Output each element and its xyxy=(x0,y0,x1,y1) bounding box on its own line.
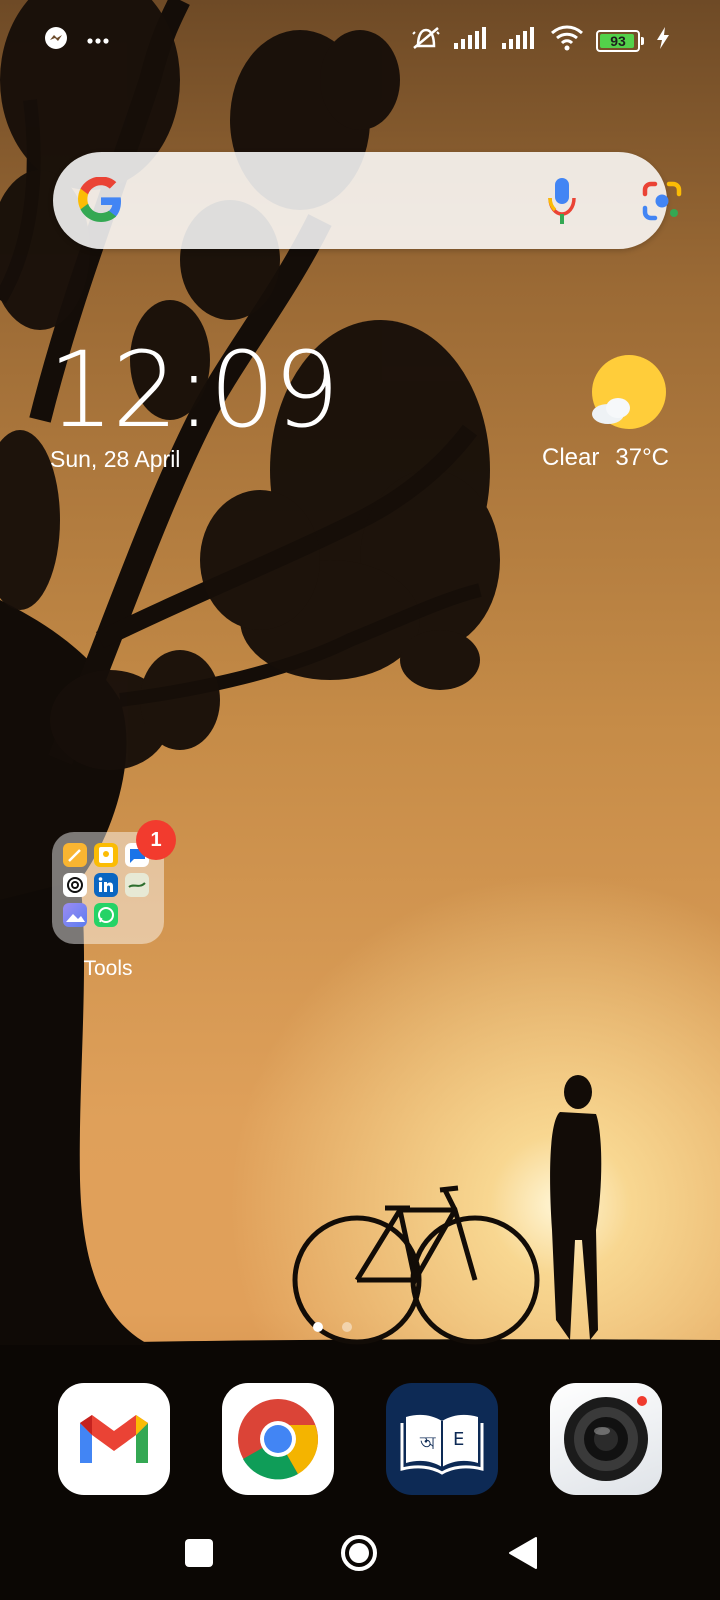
camera-app[interactable] xyxy=(550,1383,662,1495)
page-dot-active[interactable] xyxy=(313,1322,323,1332)
microphone-icon[interactable] xyxy=(548,176,576,226)
clock-time[interactable]: 12:09 xyxy=(48,338,340,442)
folder-label[interactable]: Tools xyxy=(52,957,164,981)
messenger-icon xyxy=(44,26,68,55)
dictionary-letter-bangla: অ xyxy=(420,1433,436,1454)
weather-info[interactable]: Clear 37°C xyxy=(542,444,669,472)
page-dot[interactable] xyxy=(342,1322,352,1332)
weather-temperature: 37°C xyxy=(615,444,669,471)
google-search-widget[interactable] xyxy=(53,152,682,249)
clock-date: Sun, 28 April xyxy=(50,446,181,472)
gallery-icon xyxy=(63,903,87,927)
gmail-icon xyxy=(58,1415,170,1495)
islamic-app-icon xyxy=(125,873,149,897)
partly-sunny-icon[interactable] xyxy=(590,354,672,436)
google-lens-icon[interactable] xyxy=(641,180,683,222)
battery-level: 93 xyxy=(610,32,626,49)
notification-badge: 1 xyxy=(136,820,176,860)
linkedin-icon xyxy=(94,873,118,897)
dictionary-app[interactable]: অ E xyxy=(386,1383,498,1495)
bangla-english-dictionary-icon xyxy=(386,1414,498,1495)
battery-icon: 93 xyxy=(596,29,644,52)
camera-icon xyxy=(550,1396,662,1495)
google-logo-icon xyxy=(77,176,125,225)
wifi-icon xyxy=(550,25,584,56)
dictionary-letter-english: E xyxy=(453,1429,465,1450)
whatsapp-icon xyxy=(94,903,118,927)
notes-icon xyxy=(63,843,87,867)
home-button[interactable] xyxy=(339,1533,379,1578)
back-button[interactable] xyxy=(508,1536,538,1575)
vibrate-off-icon xyxy=(410,24,442,57)
signal-2-icon xyxy=(502,27,538,54)
chatgpt-icon xyxy=(63,873,87,897)
gmail-app[interactable] xyxy=(58,1383,170,1495)
status-bar: 93 xyxy=(0,0,720,78)
signal-1-icon xyxy=(454,27,490,54)
chrome-icon xyxy=(222,1399,334,1495)
chrome-app[interactable] xyxy=(222,1383,334,1495)
recent-apps-button[interactable] xyxy=(184,1538,214,1573)
weather-condition: Clear xyxy=(542,444,600,471)
charging-icon xyxy=(656,27,670,54)
home-screen: 93 12:09 Sun, 28 April Clear 37°C 1 Tool… xyxy=(0,0,720,1600)
more-dots-icon xyxy=(86,32,110,50)
keep-icon xyxy=(94,843,118,867)
